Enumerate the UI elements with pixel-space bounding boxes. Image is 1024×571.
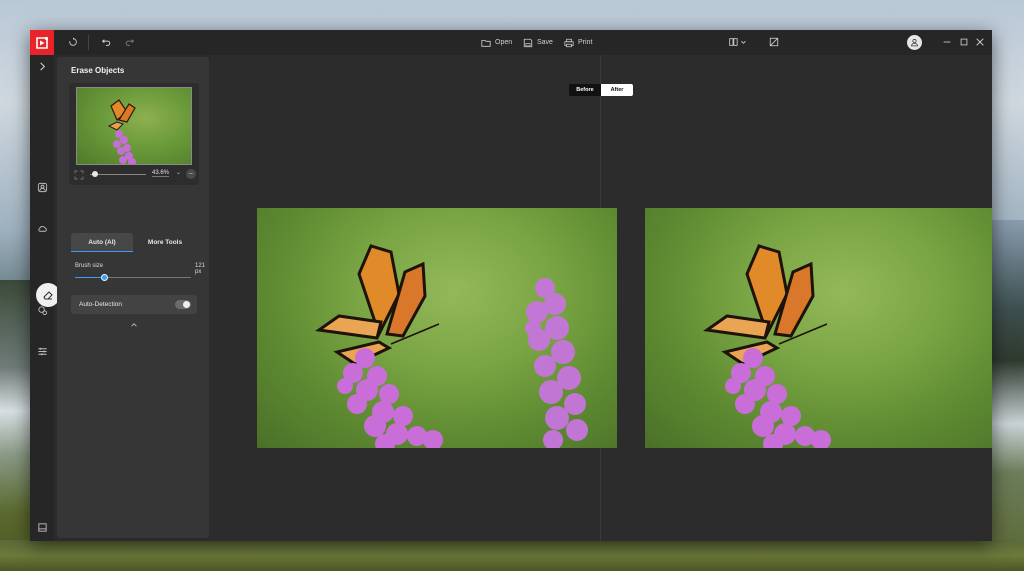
desktop-background-left	[0, 280, 30, 571]
portrait-tool-icon[interactable]	[34, 179, 50, 195]
compare-view-dropdown[interactable]	[727, 35, 749, 49]
compare-canvas: Before After	[210, 55, 992, 541]
print-button[interactable]: Print	[564, 34, 592, 51]
auto-detection-label: Auto-Detection	[79, 301, 122, 308]
brush-size-value: 121 px	[194, 263, 205, 275]
navigator-card: 43.6% ⌄ –	[69, 83, 199, 185]
title-bar: Open Save Print	[30, 30, 992, 55]
printer-icon	[564, 38, 574, 47]
auto-detection-toggle[interactable]	[175, 300, 191, 309]
zoom-dropdown-chevron-icon[interactable]: ⌄	[176, 169, 181, 176]
tab-auto-ai[interactable]: Auto (AI)	[71, 233, 133, 252]
auto-detection-row: Auto-Detection	[71, 295, 197, 314]
navigator-thumbnail[interactable]	[76, 87, 192, 165]
mode-tabs: Auto (AI) More Tools	[71, 233, 197, 253]
before-photo-graphic	[315, 244, 588, 448]
split-view-icon	[729, 38, 746, 46]
sky-replace-icon[interactable]	[34, 220, 50, 236]
batch-panel-icon[interactable]	[34, 519, 50, 535]
zoom-slider-handle[interactable]	[92, 171, 98, 177]
brush-size-label: Brush size	[75, 263, 104, 269]
brush-size-handle[interactable]	[101, 274, 108, 281]
reset-icon[interactable]	[66, 35, 80, 49]
toggle-knob	[183, 301, 190, 308]
zoom-out-icon[interactable]: –	[186, 169, 196, 179]
face-retouch-icon[interactable]	[34, 302, 50, 318]
app-logo-icon	[30, 30, 54, 55]
fit-to-screen-icon[interactable]	[74, 170, 84, 180]
maximize-icon[interactable]	[957, 35, 971, 49]
open-label: Open	[495, 39, 513, 46]
before-image[interactable]	[257, 208, 617, 448]
before-button[interactable]: Before	[569, 84, 601, 96]
undo-icon[interactable]	[99, 35, 113, 49]
tool-rail	[30, 55, 60, 541]
zoom-value[interactable]: 43.6%	[152, 170, 170, 177]
after-photo-graphic	[703, 244, 831, 448]
crop-compare-icon[interactable]	[767, 35, 781, 49]
butterfly	[703, 244, 828, 366]
minimize-icon[interactable]	[940, 35, 954, 49]
panel-title: Erase Objects	[71, 66, 125, 75]
close-icon[interactable]	[973, 35, 987, 49]
erase-objects-panel: Erase Objects 43.6% ⌄ – Auto (AI) More T…	[57, 57, 209, 538]
toolbar-separator	[88, 35, 89, 50]
adjustments-icon[interactable]	[34, 343, 50, 359]
tab-more-tools[interactable]: More Tools	[133, 233, 197, 252]
navigator-zoom-row: 43.6% ⌄ –	[72, 169, 196, 181]
after-image[interactable]	[645, 208, 992, 448]
account-avatar-icon[interactable]	[907, 35, 922, 50]
save-icon	[523, 38, 533, 47]
butterfly	[315, 244, 440, 366]
collapse-chevron-up-icon[interactable]	[129, 321, 139, 331]
redo-icon[interactable]	[123, 35, 137, 49]
save-label: Save	[537, 39, 553, 46]
save-button[interactable]: Save	[523, 34, 553, 51]
open-button[interactable]: Open	[481, 34, 512, 51]
after-button[interactable]: After	[601, 84, 633, 96]
flower-right	[525, 278, 588, 448]
desktop-background-right	[991, 220, 1024, 571]
print-label: Print	[578, 39, 593, 46]
zoom-slider-track[interactable]	[90, 174, 146, 175]
desktop-background-bottom	[0, 540, 1024, 571]
brush-size-fill	[75, 277, 104, 278]
app-window: Open Save Print Erase Objects 43.6% ⌄ – …	[30, 30, 992, 541]
folder-icon	[481, 39, 491, 47]
expand-panel-icon[interactable]	[34, 58, 50, 74]
before-after-toggle: Before After	[569, 84, 633, 96]
